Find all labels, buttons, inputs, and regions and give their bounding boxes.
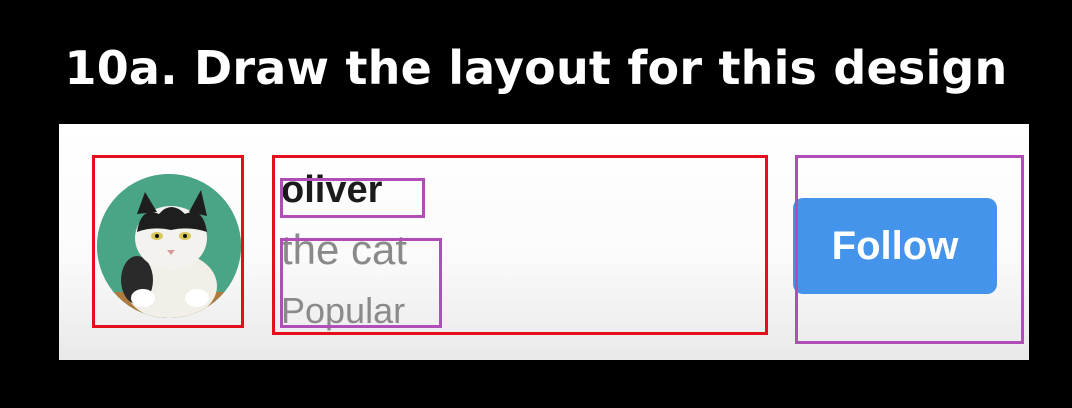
page-title: 10a. Draw the layout for this design: [64, 41, 1008, 95]
cat-avatar-icon: [97, 174, 241, 318]
profile-card: oliver the cat Popular Follow: [59, 124, 1029, 360]
profile-tag: Popular: [281, 290, 406, 331]
profile-name: oliver: [281, 169, 383, 211]
profile-subtitle: the cat: [281, 226, 408, 273]
follow-button[interactable]: Follow: [793, 198, 997, 294]
